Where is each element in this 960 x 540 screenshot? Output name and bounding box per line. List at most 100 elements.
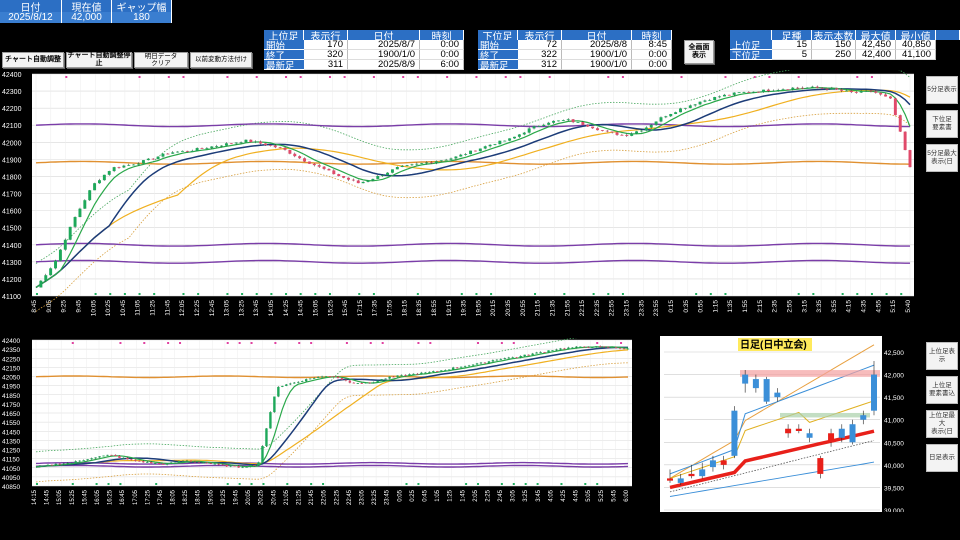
- candle-body: [364, 382, 367, 384]
- candle-body: [384, 378, 387, 380]
- candle-body: [547, 350, 550, 353]
- candle-body: [42, 465, 46, 467]
- daily-candle-body: [699, 469, 706, 477]
- candle-body: [161, 153, 165, 157]
- candle-body: [879, 92, 883, 95]
- signal-marker-bottom: [405, 483, 408, 485]
- candle-body: [138, 460, 141, 462]
- candle-body: [181, 460, 185, 462]
- daily-candle-body: [688, 473, 695, 477]
- candle-body: [332, 170, 336, 175]
- candle-body: [587, 347, 590, 348]
- candle-body: [58, 249, 62, 261]
- side-button-side-lower-2[interactable]: 上位足最大 表示(日: [926, 410, 958, 438]
- candle-body: [322, 166, 326, 169]
- x-tick-label: 23:25: [372, 489, 378, 505]
- candle-body: [722, 94, 726, 97]
- candle-body: [165, 463, 169, 465]
- candle-body: [893, 98, 897, 116]
- upper-header-date: 日付: [348, 30, 420, 40]
- side-button-side-lower-1[interactable]: 上位足 要素書込: [926, 376, 958, 404]
- candle-body: [555, 349, 558, 351]
- candle-body: [455, 367, 459, 369]
- daily-chart[interactable]: 42,500 42,000 41,500 41,000 40,500 40,000 39,5…: [660, 336, 924, 512]
- daily-y-tick-label: 39,500: [884, 485, 904, 492]
- candle-body: [410, 164, 414, 166]
- ashi-table-cell-kind: 15: [772, 40, 812, 50]
- side-button-side-lower-0[interactable]: 上位足表示: [926, 342, 958, 370]
- ashi-table-cell-count: 150: [812, 40, 856, 50]
- lower-table-cell-row: 72: [518, 40, 562, 50]
- candle-body: [361, 181, 365, 184]
- lower-table-cell-date: 1900/1/0: [562, 60, 632, 70]
- x-tick-label: 12:05: [179, 300, 186, 317]
- signal-marker-top: [369, 342, 372, 344]
- daily-candle-body: [677, 478, 684, 483]
- candle-body: [70, 462, 73, 464]
- upper-table-row: 最新足 311 2025/8/9 6:00: [264, 60, 464, 72]
- candle-body: [459, 366, 463, 368]
- candle-body: [448, 369, 451, 371]
- lower-header-date: 日付: [562, 30, 632, 40]
- signal-marker-top: [372, 76, 375, 78]
- candle-body: [224, 143, 228, 146]
- candle-body: [732, 92, 736, 95]
- daily-candle-body: [774, 392, 781, 398]
- side-button-side-upper-2[interactable]: 5分足最大 表示(日: [926, 144, 958, 172]
- candle-body: [130, 459, 133, 461]
- candle-body: [654, 121, 658, 125]
- candle-body: [332, 376, 336, 378]
- y-tick-label: 42400: [2, 72, 22, 79]
- x-tick-label: 0:55: [698, 300, 705, 313]
- upper-table-row: 開始 170 2025/8/7 0:00: [264, 40, 464, 52]
- signal-marker-bottom: [109, 293, 112, 295]
- x-tick-label: 16:05: [95, 489, 101, 505]
- candle-body: [342, 176, 346, 178]
- candle-body: [54, 463, 58, 466]
- candle-body: [181, 150, 184, 152]
- candle-body: [340, 378, 344, 380]
- candle-body: [107, 171, 111, 175]
- y-tick-label: 41450: [2, 429, 20, 436]
- side-button-side-upper-0[interactable]: 5分足表示: [926, 76, 958, 104]
- side-button-side-lower-3[interactable]: 日足表示: [926, 444, 958, 472]
- candle-body: [499, 359, 503, 360]
- candle-body: [537, 126, 541, 127]
- chart-auto-adjust-button[interactable]: チャート自動調整: [2, 52, 64, 68]
- side-button-side-upper-1[interactable]: 下位足 要素書: [926, 110, 958, 138]
- candle-body: [519, 355, 522, 358]
- x-tick-label: 4:45: [574, 489, 580, 501]
- candle-body: [371, 178, 375, 181]
- candle-body: [234, 142, 238, 144]
- candle-body: [583, 346, 586, 348]
- candle-body: [185, 150, 189, 152]
- x-tick-label: 15:05: [312, 300, 319, 317]
- lower-header-time: 時刻: [632, 30, 672, 40]
- x-tick-label: 5:45: [611, 489, 617, 501]
- x-tick-label: 5:40: [905, 300, 912, 313]
- x-tick-label: 17:55: [387, 300, 394, 317]
- before-variation-button[interactable]: 以前変動方法付け: [190, 52, 252, 68]
- signal-marker-bottom: [94, 293, 97, 295]
- upper-ashi-table: 上位足 表示行 日付 時刻 開始 170 2025/8/7 0:00 終了 320 1900…: [264, 30, 464, 72]
- full-screen-button[interactable]: 全画面 表示: [684, 40, 714, 64]
- candle-body: [190, 150, 194, 152]
- x-tick-label: 20:35: [505, 300, 512, 317]
- signal-marker-bottom: [197, 293, 200, 295]
- candle-body: [221, 464, 224, 466]
- candle-body: [118, 456, 121, 458]
- candle-body: [708, 100, 712, 101]
- ashi-table-cell-max: 42,450: [856, 40, 896, 50]
- x-tick-label: 20:25: [259, 489, 265, 505]
- daily-candle-body: [752, 379, 759, 389]
- lower-intraday-chart[interactable]: 42400 42350 42250 42150 42050 41950 41850 41750…: [0, 338, 640, 510]
- candle-body: [264, 143, 267, 146]
- y-tick-label: 41100: [2, 294, 21, 301]
- candle-body: [215, 146, 219, 147]
- candle-body: [542, 124, 546, 127]
- candle-body: [576, 122, 580, 123]
- upper-intraday-chart[interactable]: 42400 42300 42200 42100 42000 41900 41800 41700…: [0, 70, 922, 322]
- chart-auto-adjust-stop-button[interactable]: チャート自動調整停止: [66, 52, 132, 68]
- tomorrow-data-clear-button[interactable]: 明日データ クリア: [134, 52, 188, 68]
- x-tick-label: 18:05: [171, 489, 177, 505]
